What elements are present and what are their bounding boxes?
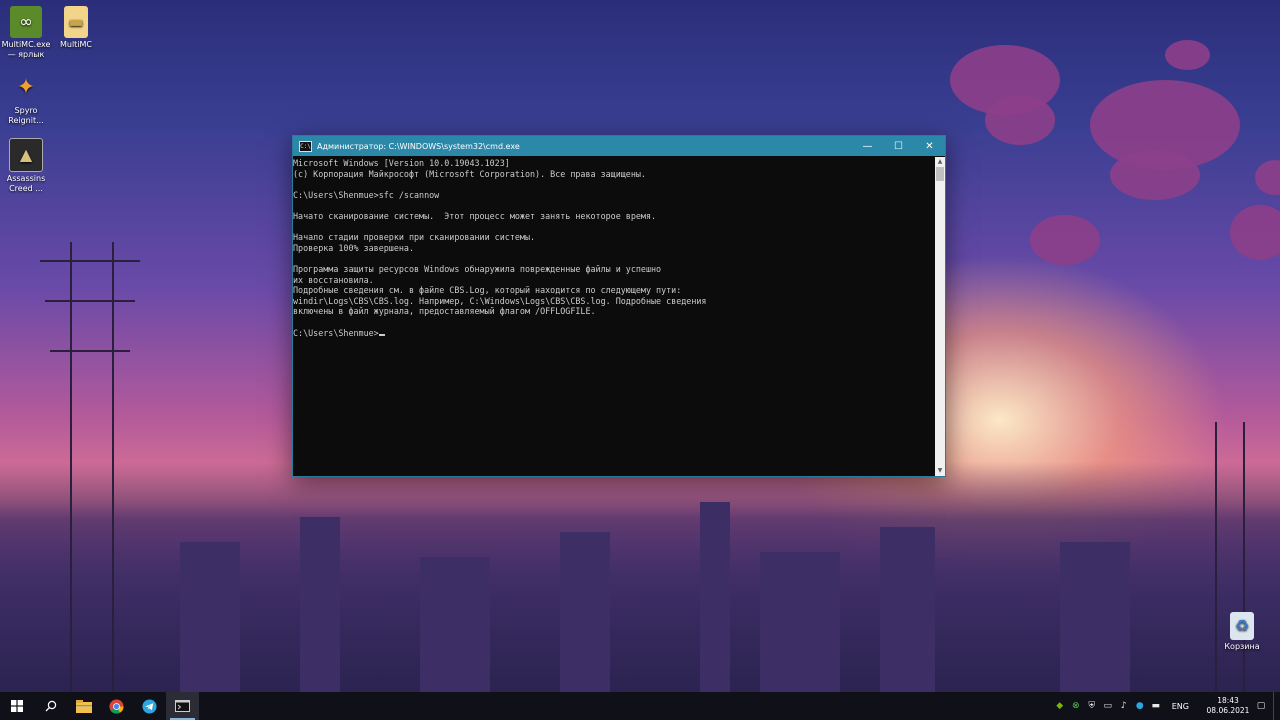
console-line: Программа защиты ресурсов Windows обнару… xyxy=(293,263,662,274)
cloud xyxy=(985,95,1055,145)
console-prompt-text: C:\Users\Shenmue> xyxy=(293,327,379,338)
taskbar-file-explorer[interactable] xyxy=(67,692,100,720)
search-icon xyxy=(45,700,56,712)
console-output[interactable]: Microsoft Windows [Version 10.0.19043.10… xyxy=(293,157,935,476)
xbox-icon[interactable]: ⊗ xyxy=(1068,701,1084,711)
cloud xyxy=(1030,215,1100,265)
system-tray: ◆ ⊗ ⛨ ▭ ♪ ● ▬ ENG 18:43 08.06.2021 ▢ xyxy=(1052,692,1280,720)
scroll-down-button[interactable]: ▼ xyxy=(935,466,945,476)
recycle-bin-icon: ♻ xyxy=(1230,612,1254,640)
console-line: Подробные сведения см. в файле CBS.Log, … xyxy=(293,285,682,296)
scroll-up-button[interactable]: ▲ xyxy=(935,157,945,167)
building xyxy=(300,517,340,692)
cmd-icon xyxy=(175,700,190,712)
desktop-icon-label: Assassins Creed ... xyxy=(6,174,46,193)
chevron-up-icon: ▲ xyxy=(937,158,943,165)
desktop-icon-spyro[interactable]: ✦ Spyro Reignit... xyxy=(0,72,52,126)
console-line: C:\Users\Shenmue>sfc /scannow xyxy=(293,189,440,200)
console-line: Проверка 100% завершена. xyxy=(293,242,415,253)
close-icon: ✕ xyxy=(925,140,934,152)
search-button[interactable] xyxy=(34,692,67,720)
power-line xyxy=(40,260,140,262)
console-line: включены в файл журнала, предоставляемый… xyxy=(293,306,596,317)
cmd-titlebar[interactable]: C:\ Администратор: C:\WINDOWS\system32\c… xyxy=(293,136,945,156)
maximize-button[interactable]: ☐ xyxy=(883,136,914,156)
desktop-icon-label: MultiMC xyxy=(59,40,93,49)
power-line xyxy=(45,300,135,302)
show-desktop-button[interactable] xyxy=(1273,692,1280,720)
maximize-icon: ☐ xyxy=(894,140,903,152)
assassins-creed-icon: ▲ xyxy=(9,138,43,172)
nvidia-icon[interactable]: ◆ xyxy=(1052,701,1068,711)
building xyxy=(560,532,610,692)
file-explorer-icon xyxy=(75,699,92,713)
cmd-icon[interactable]: C:\ xyxy=(299,140,312,152)
telegram-tray-icon[interactable]: ● xyxy=(1132,701,1148,711)
taskbar-cmd[interactable] xyxy=(166,692,199,720)
vertical-scrollbar[interactable]: ▲ ▼ xyxy=(935,157,945,476)
desktop-icon-recycle-bin[interactable]: ♻ Корзина xyxy=(1216,612,1268,652)
chrome-icon xyxy=(109,698,124,714)
desktop-icon-label: Spyro Reignit... xyxy=(8,106,44,125)
clock-date: 08.06.2021 xyxy=(1206,706,1250,715)
building xyxy=(180,542,240,692)
start-icon xyxy=(11,700,23,712)
text-cursor xyxy=(378,333,385,336)
volume-icon[interactable]: ♪ xyxy=(1116,701,1132,711)
desktop-icon-multimc-shortcut[interactable]: ∞ MultiMC.exe — ярлык xyxy=(0,6,52,60)
windows-security-icon[interactable]: ⛨ xyxy=(1084,701,1100,711)
desktop-icon-multimc-folder[interactable]: ▬ MultiMC xyxy=(50,6,102,50)
cloud xyxy=(1165,40,1210,70)
taskbar-chrome[interactable] xyxy=(100,692,133,720)
building xyxy=(700,502,730,692)
console-prompt: C:\Users\Shenmue> xyxy=(293,328,935,339)
minimize-icon: — xyxy=(862,140,873,152)
desktop-icon-label: Корзина xyxy=(1224,642,1260,651)
taskbar-telegram[interactable] xyxy=(133,692,166,720)
folder-icon: ▬ xyxy=(64,6,88,38)
window-controls: — ☐ ✕ xyxy=(852,136,945,156)
console-line: их восстановила. xyxy=(293,274,374,285)
power-line xyxy=(50,350,130,352)
notification-icon[interactable]: ▢ xyxy=(1253,701,1269,711)
cmd-window-title: Администратор: C:\WINDOWS\system32\cmd.e… xyxy=(317,141,520,151)
network-icon[interactable]: ▭ xyxy=(1100,701,1116,711)
building xyxy=(880,527,935,692)
cloud xyxy=(1255,160,1280,195)
console-line: windir\Logs\CBS\CBS.log. Например, C:\Wi… xyxy=(293,295,707,306)
taskbar: ◆ ⊗ ⛨ ▭ ♪ ● ▬ ENG 18:43 08.06.2021 ▢ xyxy=(0,692,1280,720)
cmd-window[interactable]: C:\ Администратор: C:\WINDOWS\system32\c… xyxy=(292,135,946,477)
console-line: Начато сканирование системы. Этот процес… xyxy=(293,210,657,221)
chevron-down-icon: ▼ xyxy=(937,467,943,474)
cloud xyxy=(1230,205,1280,260)
desktop-icon-assassins-creed[interactable]: ▲ Assassins Creed ... xyxy=(0,138,52,194)
building xyxy=(1060,542,1130,692)
clock-time: 18:43 xyxy=(1217,696,1239,705)
console-line: (c) Корпорация Майкрософт (Microsoft Cor… xyxy=(293,168,646,179)
close-button[interactable]: ✕ xyxy=(914,136,945,156)
start-button[interactable] xyxy=(0,692,34,720)
building xyxy=(760,552,840,692)
telegram-icon xyxy=(142,698,157,714)
usb-device-icon[interactable]: ▬ xyxy=(1148,701,1164,711)
minimize-button[interactable]: — xyxy=(852,136,883,156)
console-line: Microsoft Windows [Version 10.0.19043.10… xyxy=(293,158,510,168)
power-pylon xyxy=(70,242,114,692)
building xyxy=(420,557,490,692)
console-line: Начало стадии проверки при сканировании … xyxy=(293,232,536,243)
language-indicator[interactable]: ENG xyxy=(1172,702,1189,711)
clock[interactable]: 18:43 08.06.2021 xyxy=(1203,696,1253,716)
desktop-icon-label: MultiMC.exe — ярлык xyxy=(1,40,51,59)
multimc-icon: ∞ xyxy=(10,6,42,38)
cloud xyxy=(1110,150,1200,200)
scroll-thumb[interactable] xyxy=(936,167,944,181)
spyro-icon: ✦ xyxy=(16,75,36,100)
